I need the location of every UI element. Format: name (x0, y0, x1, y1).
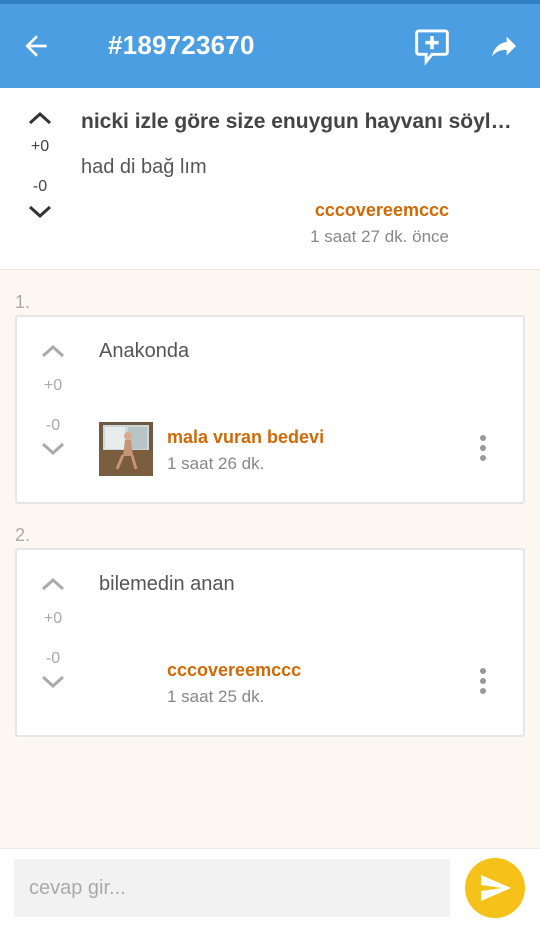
more-options-icon[interactable] (471, 435, 495, 471)
post-body: had di bağ lım (81, 156, 207, 178)
upvote-chevron-icon[interactable] (27, 110, 53, 126)
post-time: 1 saat 27 dk. önce (310, 227, 449, 246)
downvote-count: -0 (45, 417, 61, 434)
reply-index: 2. (15, 525, 31, 545)
reply-card: +0 -0 bilemedin anan cccovereemccc 1 saa… (15, 548, 525, 737)
upvote-count: +0 (43, 377, 63, 394)
upvote-count: +0 (43, 610, 63, 627)
share-icon[interactable] (488, 30, 520, 62)
more-options-icon[interactable] (471, 668, 495, 704)
reply-text: Anakonda (99, 340, 190, 362)
reply-author[interactable]: cccovereemccc (167, 660, 301, 681)
vote-column: +0 -0 (15, 110, 65, 220)
reply-time: 1 saat 25 dk. (167, 687, 265, 706)
downvote-chevron-icon[interactable] (40, 674, 66, 690)
downvote-chevron-icon[interactable] (40, 441, 66, 457)
downvote-chevron-icon[interactable] (27, 204, 53, 220)
reply-author[interactable]: mala vuran bedevi (167, 427, 324, 448)
send-icon (481, 875, 511, 901)
add-comment-icon[interactable] (414, 28, 450, 66)
reply-input[interactable] (14, 859, 450, 917)
arrow-left-icon[interactable] (20, 30, 52, 62)
reply-card: +0 -0 Anakonda mala vuran bedevi 1 saat … (15, 315, 525, 504)
post-author[interactable]: cccovereemccc (315, 200, 449, 221)
reply-time: 1 saat 26 dk. (167, 454, 265, 473)
reply-index: 1. (15, 292, 31, 312)
post-title: nicki izle göre size enuygun hayvanı söy… (81, 110, 521, 133)
downvote-count: -0 (45, 650, 61, 667)
send-button[interactable] (465, 858, 525, 918)
app-bar: #189723670 (0, 0, 540, 88)
vote-column: +0 -0 (28, 576, 78, 690)
avatar[interactable] (99, 422, 153, 476)
reply-composer (0, 848, 540, 926)
upvote-count: +0 (30, 138, 50, 155)
page-title: #189723670 (108, 30, 255, 60)
original-post: +0 -0 nicki izle göre size enuygun hayva… (0, 88, 540, 270)
upvote-chevron-icon[interactable] (40, 343, 66, 359)
reply-text: bilemedin anan (99, 573, 235, 595)
upvote-chevron-icon[interactable] (40, 576, 66, 592)
vote-column: +0 -0 (28, 343, 78, 457)
downvote-count: -0 (32, 178, 48, 195)
